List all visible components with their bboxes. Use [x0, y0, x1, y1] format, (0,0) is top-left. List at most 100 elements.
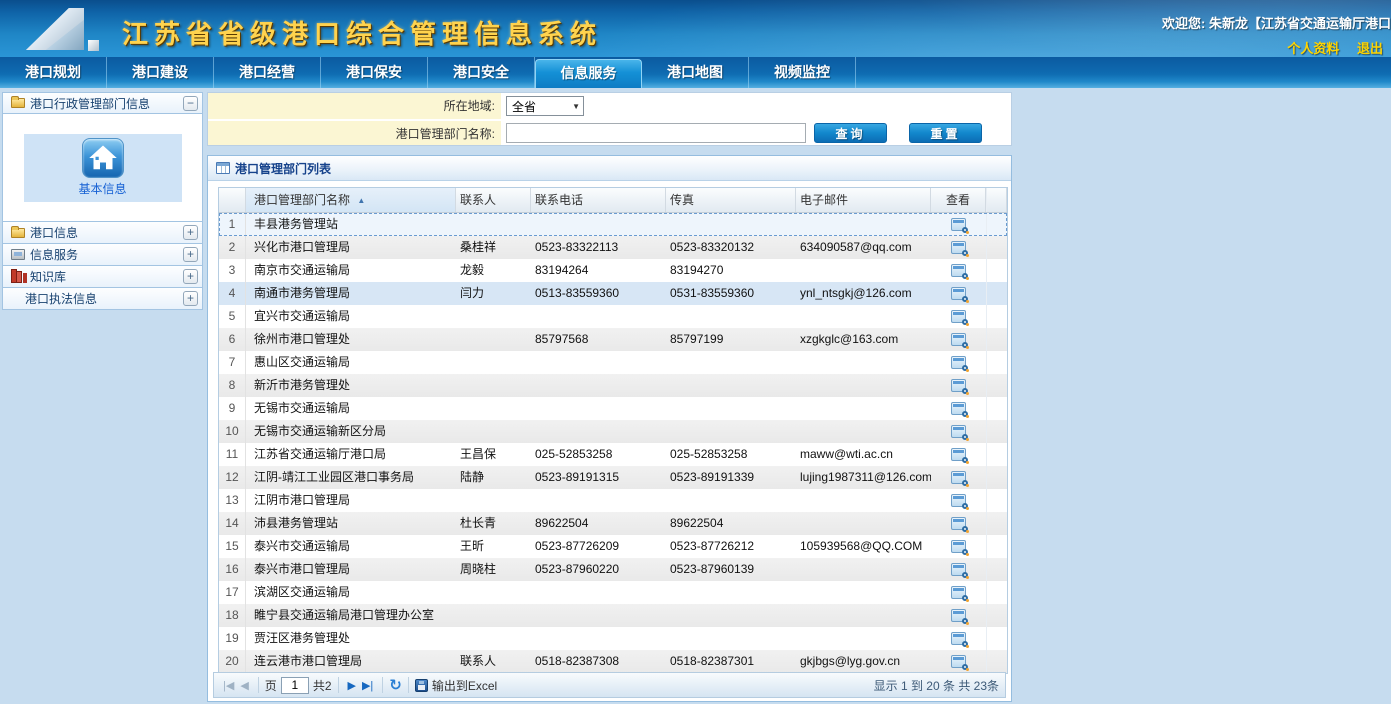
tab-port-map[interactable]: 港口地图 — [642, 57, 749, 88]
view-details-icon[interactable] — [951, 494, 966, 507]
cell-dept-name: 宜兴市交通运输局 — [246, 305, 456, 328]
view-details-icon[interactable] — [951, 425, 966, 438]
collapse-icon[interactable]: − — [183, 96, 198, 111]
expand-icon[interactable]: + — [183, 247, 198, 262]
table-row[interactable]: 11江苏省交通运输厅港口局王昌保025-52853258025-52853258… — [219, 443, 1007, 466]
table-row[interactable]: 5宜兴市交通运输局 — [219, 305, 1007, 328]
sidebar-item-info-service[interactable]: 信息服务 + — [2, 244, 203, 266]
table-row[interactable]: 6徐州市港口管理处8579756885797199xzgkglc@163.com — [219, 328, 1007, 351]
expand-icon[interactable]: + — [183, 269, 198, 284]
cell-view — [931, 466, 986, 489]
sidebar-item-knowledge-base[interactable]: 知识库 + — [2, 266, 203, 288]
view-details-icon[interactable] — [951, 287, 966, 300]
view-details-icon[interactable] — [951, 586, 966, 599]
cell-dept-name: 江苏省交通运输厅港口局 — [246, 443, 456, 466]
view-details-icon[interactable] — [951, 540, 966, 553]
column-header-phone[interactable]: 联系电话 — [531, 188, 666, 212]
cell-email — [796, 558, 931, 581]
view-details-icon[interactable] — [951, 632, 966, 645]
table-row[interactable]: 10无锡市交通运输新区分局 — [219, 420, 1007, 443]
dept-name-label: 港口管理部门名称: — [208, 121, 501, 145]
row-number: 15 — [219, 535, 246, 558]
cell-phone — [531, 213, 666, 236]
expand-icon[interactable]: + — [183, 225, 198, 240]
next-page-button[interactable]: ▶ — [345, 679, 359, 692]
view-details-icon[interactable] — [951, 517, 966, 530]
search-form: 所在地域: 全省 ▼ 港口管理部门名称: 查询 重置 — [207, 92, 1012, 146]
tab-port-operation[interactable]: 港口经营 — [214, 57, 321, 88]
column-header-dept-name[interactable]: 港口管理部门名称 ▲ — [246, 188, 456, 212]
cell-dept-name: 睢宁县交通运输局港口管理办公室 — [246, 604, 456, 627]
sidebar-item-port-admin-info[interactable]: 港口行政管理部门信息 − — [2, 92, 203, 114]
table-row[interactable]: 18睢宁县交通运输局港口管理办公室 — [219, 604, 1007, 627]
view-details-icon[interactable] — [951, 264, 966, 277]
table-row[interactable]: 9无锡市交通运输局 — [219, 397, 1007, 420]
tab-port-security[interactable]: 港口保安 — [321, 57, 428, 88]
cell-filler — [986, 581, 1007, 604]
sidebar-item-port-info[interactable]: 港口信息 + — [2, 222, 203, 244]
tab-port-construction[interactable]: 港口建设 — [107, 57, 214, 88]
table-row[interactable]: 17滨湖区交通运输局 — [219, 581, 1007, 604]
dept-table: 港口管理部门名称 ▲ 联系人 联系电话 传真 电子邮件 查看 1丰县港务管理站2… — [218, 187, 1008, 674]
view-details-icon[interactable] — [951, 471, 966, 484]
view-details-icon[interactable] — [951, 333, 966, 346]
view-details-icon[interactable] — [951, 218, 966, 231]
profile-link[interactable]: 个人资料 — [1287, 41, 1339, 56]
table-row[interactable]: 16泰兴市港口管理局周晓柱0523-879602200523-87960139 — [219, 558, 1007, 581]
view-details-icon[interactable] — [951, 310, 966, 323]
table-row[interactable]: 12江阴-靖江工业园区港口事务局陆静0523-891913150523-8919… — [219, 466, 1007, 489]
table-row[interactable]: 4南通市港务管理局闫力0513-835593600531-83559360ynl… — [219, 282, 1007, 305]
view-details-icon[interactable] — [951, 241, 966, 254]
prev-page-button[interactable]: ◀ — [237, 679, 251, 692]
tab-port-safety[interactable]: 港口安全 — [428, 57, 535, 88]
table-row[interactable]: 14沛县港务管理站杜长青8962250489622504 — [219, 512, 1007, 535]
home-icon — [82, 138, 124, 178]
column-header-rownum — [219, 188, 246, 212]
refresh-icon[interactable]: ↻ — [389, 676, 402, 694]
table-row[interactable]: 7惠山区交通运输局 — [219, 351, 1007, 374]
last-page-button[interactable]: ▶| — [359, 679, 376, 692]
view-details-icon[interactable] — [951, 563, 966, 576]
table-row[interactable]: 1丰县港务管理站 — [219, 213, 1007, 236]
view-details-icon[interactable] — [951, 609, 966, 622]
cell-contact — [456, 581, 531, 604]
sidebar-item-basic-info[interactable]: 基本信息 — [24, 134, 182, 202]
column-header-view[interactable]: 查看 — [931, 188, 986, 212]
sidebar-item-port-law-enforcement[interactable]: 港口执法信息 + — [2, 288, 203, 310]
tab-video-monitor[interactable]: 视频监控 — [749, 57, 856, 88]
region-select[interactable]: 全省 ▼ — [506, 96, 584, 116]
table-row[interactable]: 2兴化市港口管理局桑桂祥0523-833221130523-8332013263… — [219, 236, 1007, 259]
table-row[interactable]: 13江阴市港口管理局 — [219, 489, 1007, 512]
cell-fax: 83194270 — [666, 259, 796, 282]
query-button[interactable]: 查询 — [814, 123, 887, 143]
dept-name-input[interactable] — [506, 123, 806, 143]
tab-info-service[interactable]: 信息服务 — [535, 59, 642, 88]
panel-body: 港口管理部门名称 ▲ 联系人 联系电话 传真 电子邮件 查看 1丰县港务管理站2… — [208, 182, 1011, 701]
column-header-fax[interactable]: 传真 — [666, 188, 796, 212]
cell-email — [796, 351, 931, 374]
cell-contact: 王昕 — [456, 535, 531, 558]
expand-icon[interactable]: + — [183, 291, 198, 306]
column-header-email[interactable]: 电子邮件 — [796, 188, 931, 212]
reset-button[interactable]: 重置 — [909, 123, 982, 143]
view-details-icon[interactable] — [951, 448, 966, 461]
table-row[interactable]: 19贾汪区港务管理处 — [219, 627, 1007, 650]
logout-link[interactable]: 退出 — [1357, 41, 1383, 56]
view-details-icon[interactable] — [951, 356, 966, 369]
tab-port-planning[interactable]: 港口规划 — [0, 57, 107, 88]
table-row[interactable]: 8新沂市港务管理处 — [219, 374, 1007, 397]
table-row[interactable]: 15泰兴市交通运输局王昕0523-877262090523-8772621210… — [219, 535, 1007, 558]
first-page-button[interactable]: |◀ — [220, 679, 237, 692]
cell-fax: 0531-83559360 — [666, 282, 796, 305]
view-details-icon[interactable] — [951, 402, 966, 415]
view-details-icon[interactable] — [951, 655, 966, 668]
column-header-contact[interactable]: 联系人 — [456, 188, 531, 212]
export-excel-button[interactable]: 输出到Excel — [415, 677, 497, 694]
cell-phone — [531, 604, 666, 627]
page-number-input[interactable] — [281, 677, 309, 694]
cell-contact — [456, 374, 531, 397]
table-row[interactable]: 20连云港市港口管理局联系人0518-823873080518-82387301… — [219, 650, 1007, 673]
table-row[interactable]: 3南京市交通运输局龙毅8319426483194270 — [219, 259, 1007, 282]
view-details-icon[interactable] — [951, 379, 966, 392]
cell-filler — [986, 213, 1007, 236]
